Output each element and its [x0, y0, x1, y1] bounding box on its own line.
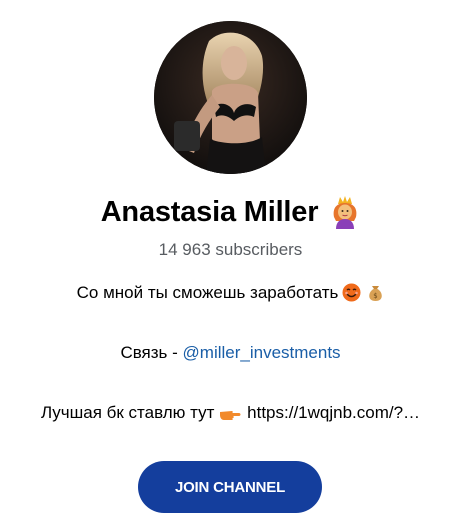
channel-name: Anastasia Miller	[100, 195, 319, 228]
avatar-photo	[154, 21, 307, 174]
channel-title-row: Anastasia Miller	[0, 190, 461, 234]
crowned-woman-emoji-icon	[330, 195, 360, 229]
contact-prefix: Связь -	[120, 343, 183, 362]
money-bag-emoji-icon: $	[367, 283, 384, 307]
betting-prefix: Лучшая бк ставлю тут	[40, 403, 220, 422]
description-line-3: Лучшая бк ставлю тут https://1wqjnb.com/…	[0, 403, 461, 427]
channel-preview-page: Anastasia Miller 14 963 subscribers Со м…	[0, 0, 461, 529]
smiling-face-emoji-icon	[342, 283, 361, 307]
contact-username-link[interactable]: @miller_investments	[183, 343, 341, 362]
svg-text:$: $	[374, 292, 378, 300]
join-channel-button[interactable]: JOIN CHANNEL	[138, 461, 322, 513]
betting-url: https://1wqjnb.com/?…	[247, 403, 421, 422]
description-line-2: Связь - @miller_investments	[0, 343, 461, 363]
subscriber-count: 14 963 subscribers	[158, 240, 303, 259]
pointing-hand-emoji-icon	[219, 406, 241, 427]
description-line-1: Со мной ты сможешь заработать $	[0, 283, 461, 307]
description-text: Со мной ты сможешь заработать	[76, 283, 339, 302]
channel-avatar	[154, 21, 307, 174]
